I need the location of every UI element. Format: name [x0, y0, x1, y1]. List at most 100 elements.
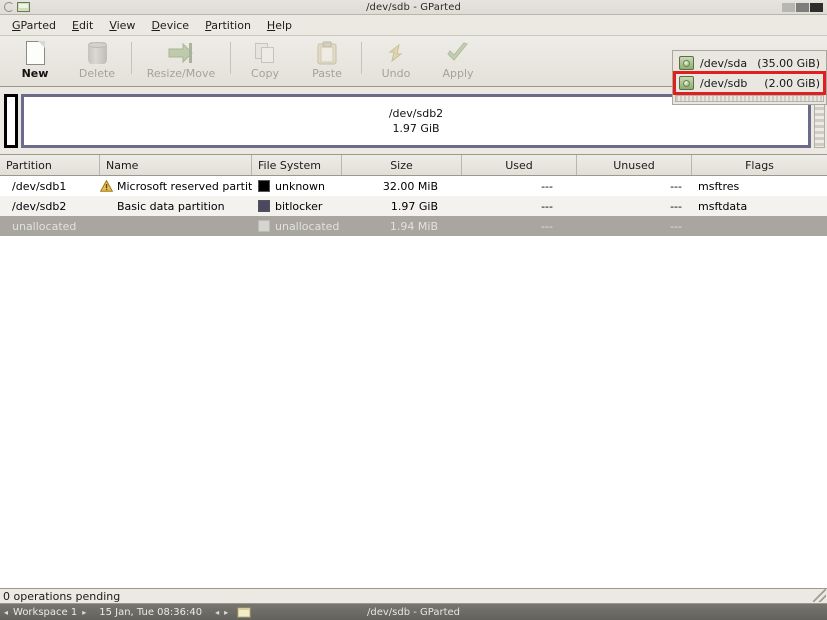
- column-header-unused[interactable]: Unused: [577, 155, 692, 175]
- column-header-name[interactable]: Name: [100, 155, 252, 175]
- resize-move-button-label: Resize/Move: [146, 67, 216, 80]
- window-icon[interactable]: [237, 606, 252, 618]
- clipboard-paste-icon: [317, 40, 337, 66]
- window-title: /dev/sdb - GParted: [366, 1, 461, 13]
- menu-help[interactable]: Help: [259, 17, 300, 34]
- cell-partition: /dev/sdb1: [12, 179, 67, 193]
- cell-partition: /dev/sdb2: [12, 199, 67, 213]
- resize-move-button[interactable]: Resize/Move: [135, 36, 227, 84]
- window-controls: [782, 2, 825, 12]
- undo-arrow-icon: [385, 40, 407, 66]
- table-empty-area: [0, 236, 827, 588]
- cell-size: 1.97 GiB: [390, 199, 438, 213]
- status-bar: 0 operations pending: [0, 588, 827, 604]
- apply-checkmark-icon: [446, 40, 470, 66]
- copy-button-label: Copy: [251, 67, 279, 80]
- menu-device[interactable]: Device: [143, 17, 197, 34]
- apply-button[interactable]: Apply: [427, 36, 489, 84]
- menu-gparted-label: Parted: [20, 18, 56, 32]
- menu-partition[interactable]: Partition: [197, 17, 259, 34]
- table-row[interactable]: /dev/sdb1 Microsoft reserved partition u…: [0, 176, 827, 196]
- window-next-arrow[interactable]: ▸: [224, 608, 228, 617]
- warning-icon: [100, 179, 114, 192]
- table-row[interactable]: unallocated unallocated 1.94 MiB --- ---: [0, 216, 827, 236]
- window-resize-grip[interactable]: [813, 589, 826, 602]
- disk-graphic-partition-sdb2-size: 1.97 GiB: [392, 121, 440, 135]
- menu-view[interactable]: View: [101, 17, 143, 34]
- menu-partition-label: artition: [211, 18, 251, 32]
- close-button[interactable]: [810, 2, 823, 12]
- copy-button[interactable]: Copy: [234, 36, 296, 84]
- menu-edit[interactable]: Edit: [64, 17, 101, 34]
- workspace-label[interactable]: Workspace 1: [13, 607, 77, 618]
- column-header-file-system[interactable]: File System: [252, 155, 342, 175]
- delete-button-label: Delete: [78, 67, 116, 80]
- menu-edit-label: dit: [78, 18, 94, 32]
- disk-graphic-partition-sdb1[interactable]: [4, 93, 18, 148]
- resize-arrow-icon: [168, 40, 194, 66]
- cell-name: Basic data partition: [117, 199, 225, 213]
- disk-graphic-partition-sdb2-name: /dev/sdb2: [388, 106, 444, 120]
- window-prev-arrow[interactable]: ◂: [215, 608, 219, 617]
- workspace-next-arrow[interactable]: ▸: [82, 608, 86, 617]
- paste-button-label: Paste: [312, 67, 342, 80]
- cell-name: Microsoft reserved partition: [117, 179, 252, 193]
- device-item-sdb-name: /dev/sdb: [700, 76, 748, 90]
- cell-file-system: unknown: [275, 179, 325, 193]
- new-button[interactable]: New: [4, 36, 66, 84]
- column-header-partition[interactable]: Partition: [0, 155, 100, 175]
- toolbar-separator-1: [131, 42, 132, 74]
- apply-button-label: Apply: [442, 67, 474, 80]
- clock[interactable]: 15 Jan, Tue 08:36:40: [99, 607, 202, 618]
- copy-icon: [255, 40, 275, 66]
- title-bar: /dev/sdb - GParted: [0, 0, 827, 15]
- cell-flags: msftdata: [698, 199, 748, 213]
- toolbar-separator-3: [361, 42, 362, 74]
- menu-device-label: evice: [159, 18, 190, 32]
- maximize-button[interactable]: [796, 2, 809, 12]
- toolbar: New Delete Resize/Move Copy Paste Undo A…: [0, 36, 827, 105]
- column-header-size[interactable]: Size: [342, 155, 462, 175]
- device-list-horizontal-scrollbar[interactable]: [675, 95, 824, 102]
- undo-button[interactable]: Undo: [365, 36, 427, 84]
- device-item-sdb[interactable]: /dev/sdb (2.00 GiB): [673, 71, 826, 95]
- device-item-sda[interactable]: /dev/sda (35.00 GiB): [675, 53, 824, 73]
- workspace-prev-arrow[interactable]: ◂: [4, 608, 8, 617]
- filesystem-color-swatch: [258, 220, 270, 232]
- partition-table: Partition Name File System Size Used Unu…: [0, 155, 827, 236]
- menu-bar: GParted Edit View Device Partition Help: [0, 15, 827, 36]
- toolbar-separator-2: [230, 42, 231, 74]
- partition-table-body: /dev/sdb1 Microsoft reserved partition u…: [0, 176, 827, 236]
- cell-unused: ---: [670, 219, 682, 233]
- column-header-used[interactable]: Used: [462, 155, 577, 175]
- partition-table-header: Partition Name File System Size Used Unu…: [0, 155, 827, 176]
- cell-partition: unallocated: [12, 219, 77, 233]
- taskbar: ◂ Workspace 1 ▸ 15 Jan, Tue 08:36:40 ◂ ▸…: [0, 604, 827, 620]
- column-header-flags[interactable]: Flags: [692, 155, 827, 175]
- cell-file-system: bitlocker: [275, 199, 323, 213]
- menu-view-label: iew: [116, 18, 136, 32]
- pending-operations-label: 0 operations pending: [3, 589, 121, 603]
- cell-name: [100, 216, 252, 236]
- device-selector-panel: /dev/sda (35.00 GiB) /dev/sdb (2.00 GiB): [672, 50, 827, 105]
- cell-unused: ---: [670, 199, 682, 213]
- cell-used: ---: [541, 219, 553, 233]
- cell-size: 32.00 MiB: [382, 179, 438, 193]
- device-item-sdb-size: (2.00 GiB): [764, 76, 820, 90]
- cell-size: 1.94 MiB: [389, 219, 438, 233]
- device-item-sda-size: (35.00 GiB): [757, 56, 820, 70]
- table-row[interactable]: /dev/sdb2 Basic data partition bitlocker…: [0, 196, 827, 216]
- hard-drive-icon: [679, 76, 694, 90]
- undo-button-label: Undo: [381, 67, 411, 80]
- cell-unused: ---: [670, 179, 682, 193]
- delete-button[interactable]: Delete: [66, 36, 128, 84]
- hard-drive-icon: [679, 56, 694, 70]
- filesystem-color-swatch: [258, 200, 270, 212]
- cell-used: ---: [541, 199, 553, 213]
- paste-button[interactable]: Paste: [296, 36, 358, 84]
- new-document-icon: [25, 40, 45, 66]
- menu-help-label: elp: [275, 18, 293, 32]
- menu-gparted[interactable]: GParted: [4, 17, 64, 34]
- cell-flags: [692, 216, 827, 236]
- minimize-button[interactable]: [782, 2, 795, 12]
